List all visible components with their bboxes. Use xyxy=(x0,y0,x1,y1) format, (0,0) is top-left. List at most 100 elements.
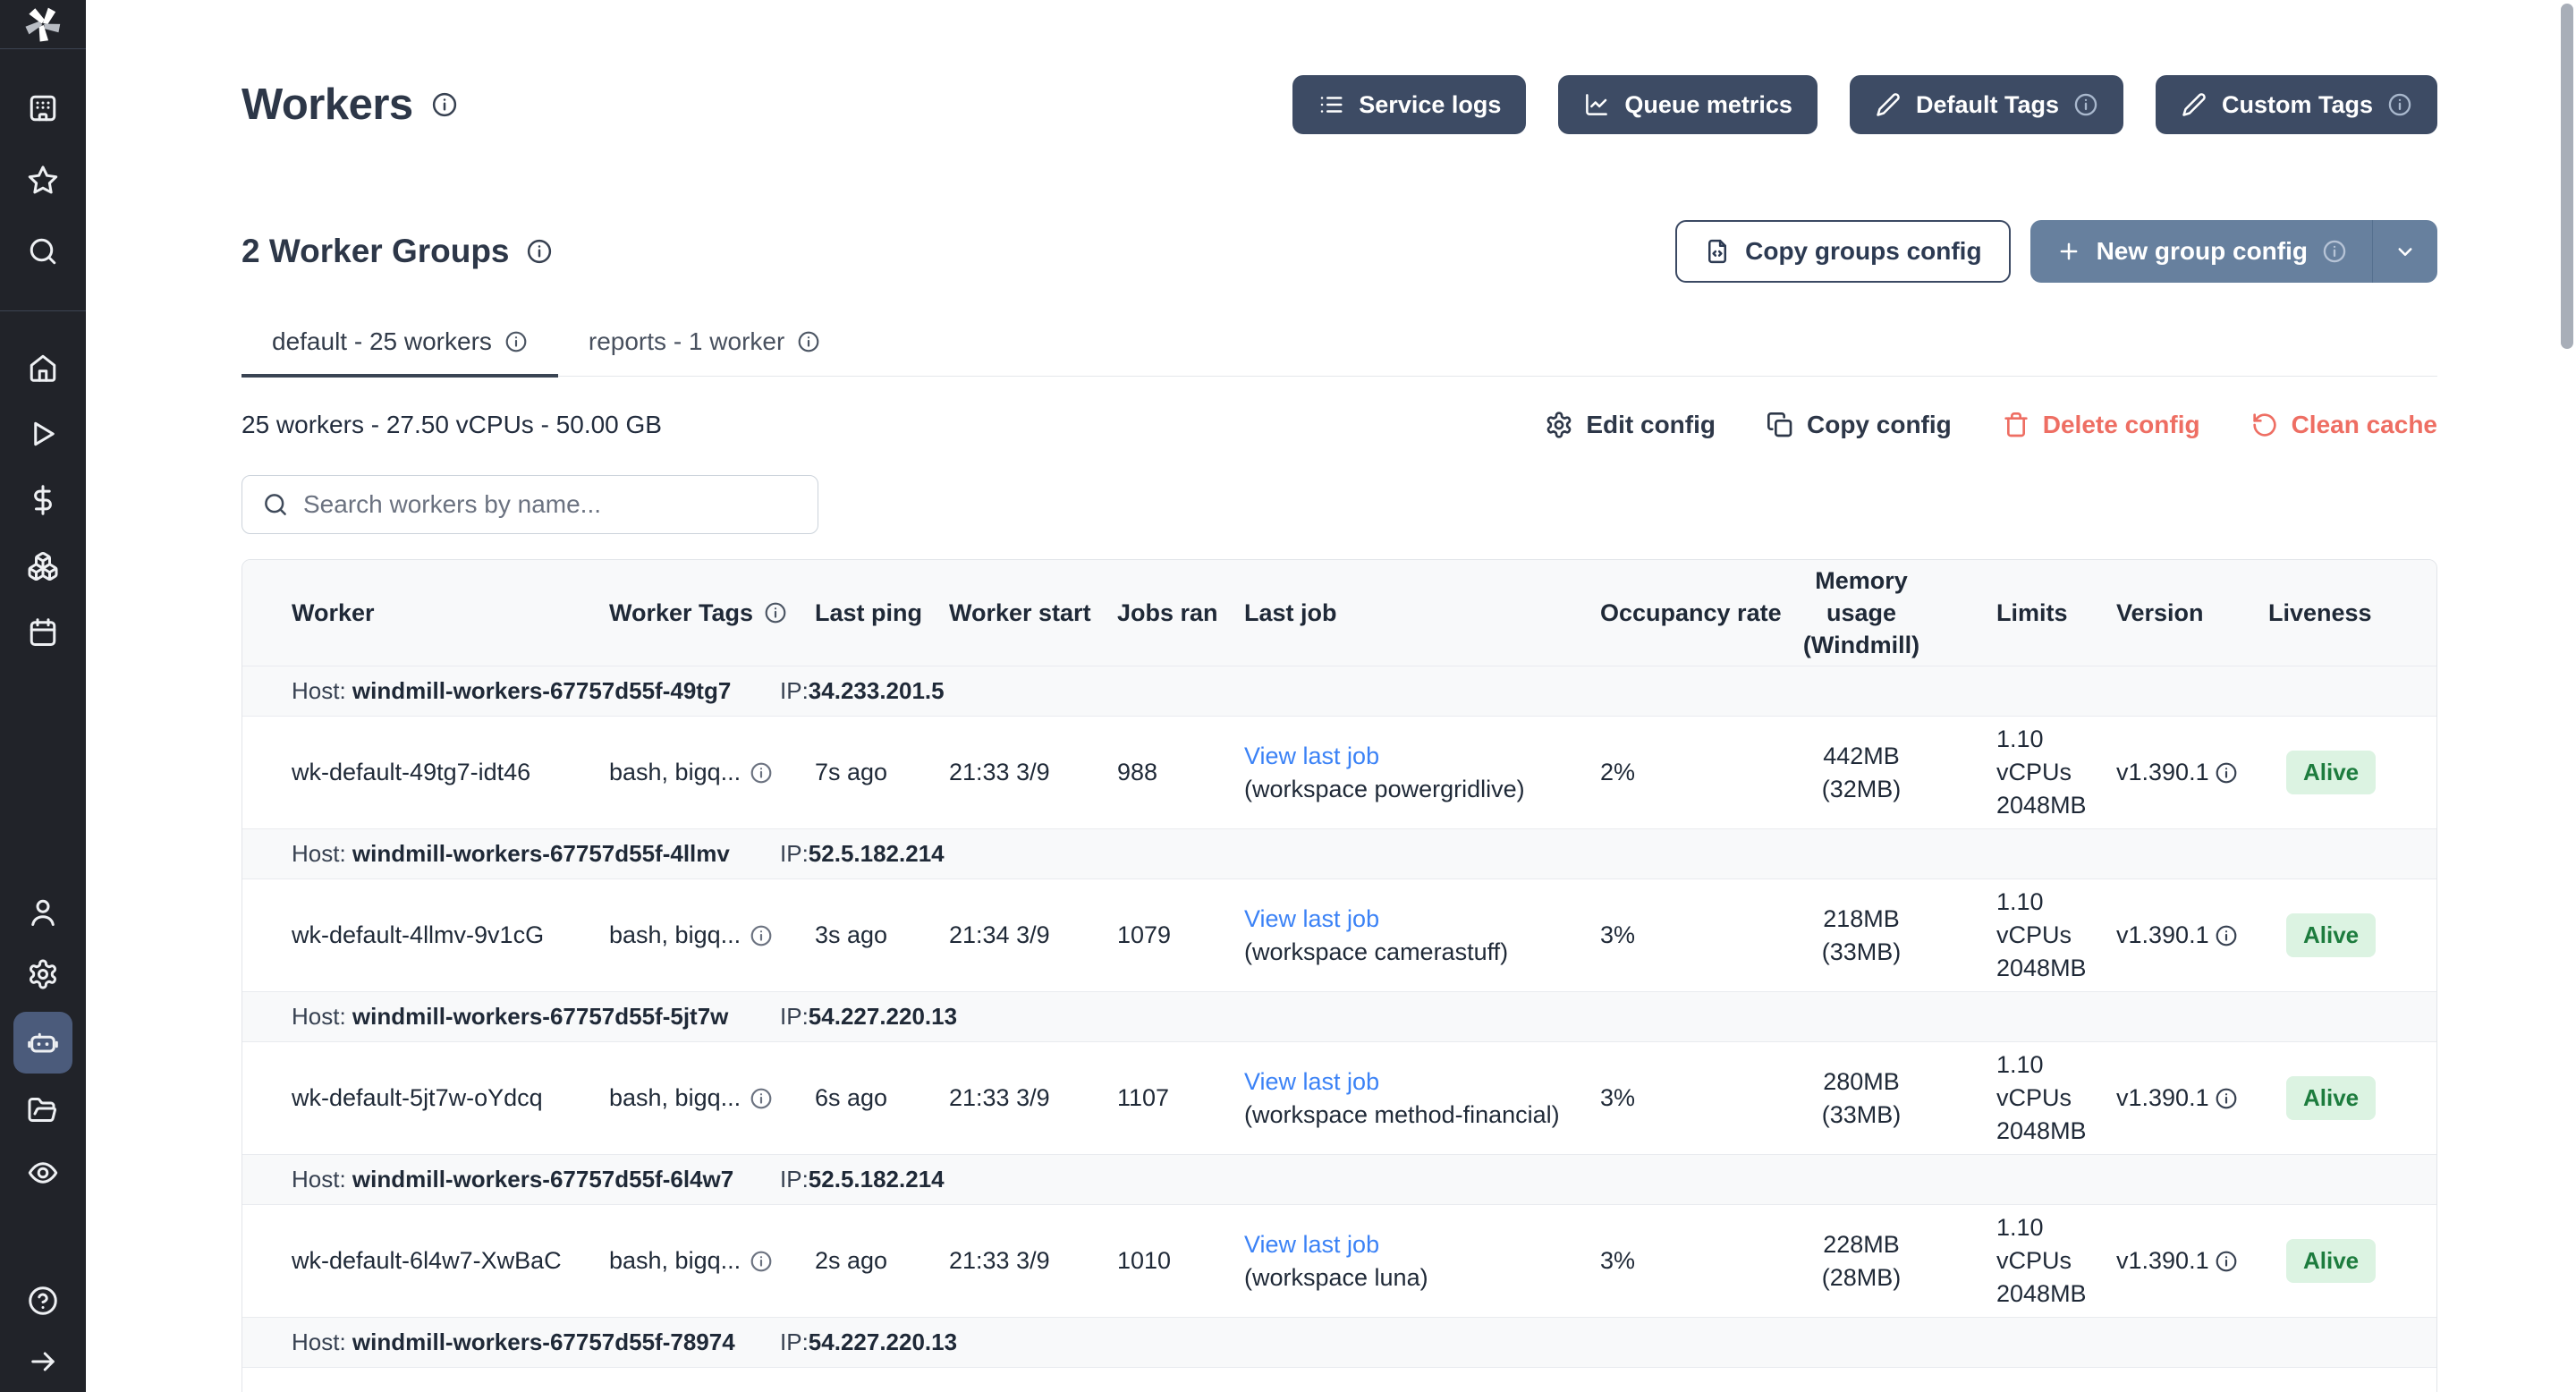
info-icon[interactable] xyxy=(2215,1250,2238,1273)
occupancy-rate: 3% xyxy=(1600,1247,1794,1275)
status-badge: Alive xyxy=(2286,751,2376,794)
sidebar-item-search[interactable] xyxy=(13,216,72,287)
version: v1.390.1 xyxy=(2116,921,2268,949)
version: v1.390.1 xyxy=(2116,1084,2268,1112)
ip-prefix: IP: xyxy=(780,1003,809,1030)
queue-metrics-button[interactable]: Queue metrics xyxy=(1558,75,1818,134)
last-job: View last job (workspace camerastuff) xyxy=(1244,903,1600,969)
limits: 1.10 vCPUs 2048MB xyxy=(1964,723,2116,822)
sidebar-item-favorites[interactable] xyxy=(13,144,72,216)
sidebar-group-main xyxy=(0,311,86,689)
host-ip: 52.5.182.214 xyxy=(809,840,945,867)
pencil-icon xyxy=(1875,91,1902,118)
info-icon[interactable] xyxy=(504,330,528,353)
delete-config-button[interactable]: Delete config xyxy=(2002,411,2200,439)
sidebar-item-help[interactable] xyxy=(13,1270,72,1331)
last-job: View last job (workspace luna) xyxy=(1244,1228,1600,1294)
memory-usage: 218MB (33MB) xyxy=(1794,903,1964,969)
sidebar-group-admin xyxy=(0,881,86,1203)
limits: 1.10 vCPUs 2048MB xyxy=(1964,886,2116,985)
info-icon[interactable] xyxy=(764,601,787,624)
search-box xyxy=(242,475,818,534)
copy-config-button[interactable]: Copy config xyxy=(1766,411,1952,439)
sidebar-expand-button[interactable] xyxy=(13,1331,72,1392)
boxes-icon xyxy=(27,550,59,582)
ip-prefix: IP: xyxy=(780,840,809,867)
gear-icon xyxy=(1545,411,1573,439)
info-icon[interactable] xyxy=(2215,1087,2238,1110)
sidebar-item-workspace[interactable] xyxy=(13,72,72,144)
last-job: View last job (workspace powergridlive) xyxy=(1244,740,1600,806)
version: v1.390.1 xyxy=(2116,759,2268,786)
play-icon xyxy=(27,418,59,450)
vertical-scrollbar-thumb[interactable] xyxy=(2561,4,2573,349)
host-prefix: Host: xyxy=(292,1003,346,1030)
liveness: Alive xyxy=(2268,751,2422,794)
worker-start: 21:34 3/9 xyxy=(949,921,1117,949)
sidebar-item-resources[interactable] xyxy=(13,533,72,599)
trash-icon xyxy=(2002,411,2030,439)
new-group-config-button[interactable]: New group config xyxy=(2030,220,2437,283)
dollar-icon xyxy=(27,484,59,516)
page-title: Workers xyxy=(242,80,413,130)
column-header-limits: Limits xyxy=(1964,599,2116,627)
info-icon[interactable] xyxy=(750,1250,773,1273)
info-icon[interactable] xyxy=(797,330,820,353)
sidebar-item-workers[interactable] xyxy=(13,1012,72,1074)
edit-config-button[interactable]: Edit config xyxy=(1545,411,1716,439)
view-last-job-link[interactable]: View last job xyxy=(1244,1228,1600,1261)
chevron-down-icon xyxy=(2392,238,2419,265)
view-last-job-link[interactable]: View last job xyxy=(1244,740,1600,773)
service-logs-button[interactable]: Service logs xyxy=(1292,75,1526,134)
status-badge: Alive xyxy=(2286,1076,2376,1120)
sidebar-item-schedules[interactable] xyxy=(13,599,72,666)
windmill-logo[interactable] xyxy=(0,0,86,49)
column-header-occupancy-rate: Occupancy rate xyxy=(1600,599,1794,627)
worker-tags: bash, bigq... xyxy=(609,1084,815,1112)
clean-cache-button[interactable]: Clean cache xyxy=(2250,411,2437,439)
sidebar-item-home[interactable] xyxy=(13,335,72,401)
info-icon[interactable] xyxy=(750,924,773,947)
sidebar-item-settings[interactable] xyxy=(13,943,72,1005)
host-row: Host: windmill-workers-67757d55f-5jt7w I… xyxy=(242,991,2436,1041)
worker-start: 21:33 3/9 xyxy=(949,1247,1117,1275)
worker-start: 21:33 3/9 xyxy=(949,759,1117,786)
column-header-last-job: Last job xyxy=(1244,599,1600,627)
last-ping: 6s ago xyxy=(815,1084,949,1112)
sidebar-item-folders[interactable] xyxy=(13,1080,72,1142)
view-last-job-link[interactable]: View last job xyxy=(1244,1065,1600,1099)
sidebar-item-runs[interactable] xyxy=(13,401,72,467)
default-tags-button[interactable]: Default Tags xyxy=(1850,75,2123,134)
info-icon[interactable] xyxy=(2322,239,2347,264)
new-group-config-dropdown[interactable] xyxy=(2373,220,2437,283)
info-icon[interactable] xyxy=(526,238,553,265)
memory-usage: 280MB (33MB) xyxy=(1794,1065,1964,1132)
info-icon[interactable] xyxy=(750,1087,773,1110)
host-row: Host: windmill-workers-67757d55f-4llmv I… xyxy=(242,828,2436,878)
view-last-job-link[interactable]: View last job xyxy=(1244,903,1600,936)
sidebar-item-variables[interactable] xyxy=(13,467,72,533)
copy-groups-config-button[interactable]: Copy groups config xyxy=(1675,220,2010,283)
info-icon[interactable] xyxy=(2215,924,2238,947)
tab-reports[interactable]: reports - 1 worker xyxy=(558,322,851,378)
host-row: Host: windmill-workers-67757d55f-49tg7 I… xyxy=(242,666,2436,716)
sidebar-group-top xyxy=(0,49,86,311)
last-ping: 2s ago xyxy=(815,1247,949,1275)
info-icon[interactable] xyxy=(750,761,773,785)
workers-table-header: Worker Worker Tags Last ping Worker star… xyxy=(242,560,2436,666)
gear-icon xyxy=(27,958,59,990)
worker-name: wk-default-6l4w7-XwBaC xyxy=(292,1247,609,1275)
column-header-liveness: Liveness xyxy=(2268,599,2422,627)
host-row: Host: windmill-workers-67757d55f-6l4w7 I… xyxy=(242,1154,2436,1204)
info-icon[interactable] xyxy=(2387,92,2412,117)
custom-tags-button[interactable]: Custom Tags xyxy=(2156,75,2437,134)
info-icon[interactable] xyxy=(431,91,458,118)
tab-default[interactable]: default - 25 workers xyxy=(242,322,558,378)
search-input[interactable] xyxy=(303,490,798,519)
sidebar-item-audit-logs[interactable] xyxy=(13,1142,72,1203)
info-icon[interactable] xyxy=(2215,761,2238,785)
info-icon[interactable] xyxy=(2073,92,2098,117)
table-row: wk-default-49tg7-idt46 bash, bigq... 7s … xyxy=(242,716,2436,828)
sidebar-item-users[interactable] xyxy=(13,881,72,943)
host-ip: 54.227.220.13 xyxy=(809,1328,957,1355)
